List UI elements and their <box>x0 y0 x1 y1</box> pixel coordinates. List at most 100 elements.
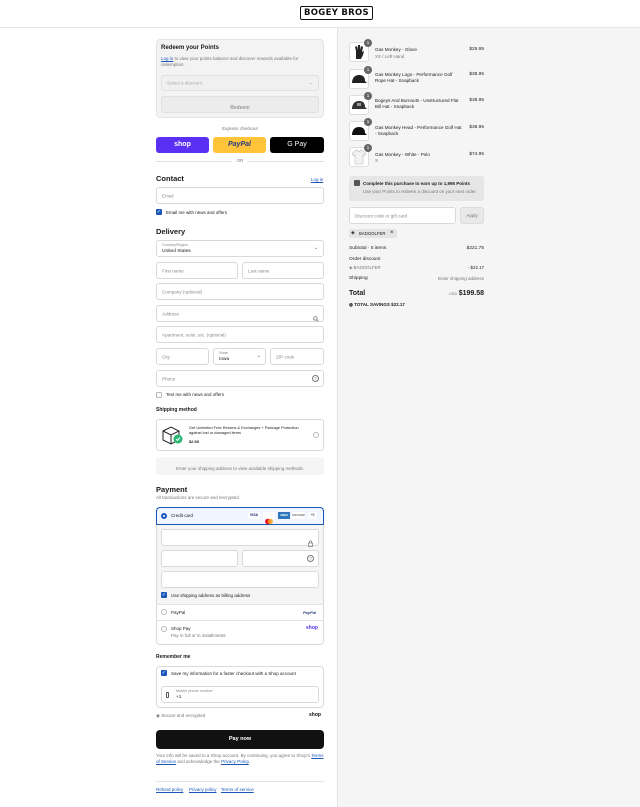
remember-me-heading: Remember me <box>156 654 191 660</box>
email-field[interactable]: Email <box>156 187 324 204</box>
text-news-checkbox[interactable] <box>156 392 162 398</box>
terms-of-service-link[interactable]: Terms of service <box>221 787 254 792</box>
or-divider-left <box>156 161 232 162</box>
item-name: Gas Monkey Logo - Performance Golf Rope … <box>375 72 453 83</box>
paypal-button[interactable]: PayPal <box>213 137 266 153</box>
delivery-heading: Delivery <box>156 227 186 236</box>
redeem-login-link[interactable]: Log in <box>161 56 173 61</box>
shipping-method-heading: Shipping method <box>156 407 197 413</box>
item-name: Gas Monkey - White - Polo <box>375 152 430 157</box>
footer-divider <box>156 781 324 782</box>
item-variant: XS / Left Hand <box>375 54 405 59</box>
quantity-badge: 1 <box>364 39 372 47</box>
item-name: Gas Monkey Head - Performance Golf Hat -… <box>375 125 462 136</box>
billing-same-label: Use shipping address as billing address <box>171 593 251 598</box>
brand-logo[interactable]: BOGEY BROS <box>300 6 373 20</box>
save-info-label: Save my information for a faster checkou… <box>171 671 296 676</box>
zip-field[interactable]: ZIP code <box>270 348 324 365</box>
currency-code: USD <box>448 291 458 296</box>
shoppay-option-sub: Pay in full or in installments <box>171 633 226 638</box>
amex-icon: AMEX <box>278 512 290 519</box>
points-banner-title: Complete this purchase to earn up to 1,9… <box>363 181 471 186</box>
tag-icon: ◈ <box>351 230 355 236</box>
shop-logo: shop <box>309 712 321 718</box>
billing-same-checkbox[interactable]: ✓ <box>161 592 167 598</box>
expiration-field[interactable] <box>161 550 238 567</box>
or-divider-right <box>248 161 324 162</box>
discount-code-field[interactable]: Discount code or gift card <box>349 207 456 224</box>
last-name-field[interactable]: Last name <box>242 262 324 279</box>
shop-pay-button[interactable]: shop <box>156 137 209 153</box>
card-number-field[interactable] <box>161 529 319 547</box>
express-checkout-label: Express checkout <box>222 126 258 131</box>
chevron-down-icon: ⌄ <box>313 245 318 251</box>
shoppay-option-label[interactable]: Shop Pay <box>171 626 191 631</box>
first-name-field[interactable]: First name <box>156 262 238 279</box>
item-price: $29.95 <box>469 47 484 52</box>
order-discount-row: Order discount <box>349 257 381 262</box>
paypal-option-label[interactable]: PayPal <box>171 610 185 615</box>
discount-select[interactable]: Select a discount ⌄ <box>161 75 319 91</box>
quantity-badge: 1 <box>364 92 372 100</box>
item-price: $38.95 <box>469 125 484 130</box>
order-summary-panel <box>337 28 640 807</box>
total-row: Total USD $199.58 <box>349 290 484 297</box>
help-icon[interactable]: ? <box>307 555 314 562</box>
item-image-hat: 1 <box>349 66 372 89</box>
name-on-card-field[interactable] <box>161 571 319 588</box>
item-image-hat: 1 <box>349 92 372 115</box>
payment-heading: Payment <box>156 485 188 494</box>
security-code-field[interactable]: ? <box>242 550 319 567</box>
mastercard-icon <box>263 512 275 525</box>
state-select[interactable]: State Iowa ⌄ <box>213 348 266 365</box>
chevron-down-icon: ⌄ <box>308 80 313 86</box>
apartment-field[interactable]: Apartment, suite, etc. (optional) <box>156 326 324 343</box>
item-name: Bogeys And Burnouts - Unstructured Flat … <box>375 98 459 109</box>
item-name: Gas Monkey - Glove <box>375 47 417 52</box>
privacy-policy-link[interactable]: Privacy policy <box>189 787 217 792</box>
google-pay-button[interactable]: G Pay <box>270 137 324 153</box>
save-info-checkbox[interactable]: ✓ <box>161 670 167 676</box>
discover-icon: DISCOVER <box>292 512 305 519</box>
item-image-polo: 1 <box>349 144 372 167</box>
header: BOGEY BROS <box>0 0 640 28</box>
help-icon[interactable]: ? <box>312 375 319 382</box>
shoppay-radio[interactable] <box>161 626 167 632</box>
more-cards-badge: +5 <box>308 512 317 519</box>
or-divider-text: OR <box>236 158 244 163</box>
visa-icon: VISA <box>248 512 260 519</box>
redeem-button[interactable]: Redeem <box>161 96 319 113</box>
shoppay-divider <box>157 620 323 621</box>
address-field[interactable]: Address <box>156 305 324 322</box>
shop-privacy-link[interactable]: Privacy Policy <box>221 759 249 764</box>
refund-policy-link[interactable]: Refund policy <box>156 787 183 792</box>
total-savings-row: ◍ TOTAL SAVINGS $22.17 <box>349 302 405 307</box>
package-protection-price: $2.98 <box>189 439 199 444</box>
package-protection-checkbox[interactable] <box>313 432 319 438</box>
email-news-checkbox[interactable]: ✓ <box>156 209 162 215</box>
country-select[interactable]: Country/Region United States ⌄ <box>156 240 324 257</box>
apply-discount-button[interactable]: Apply <box>460 207 484 224</box>
redeem-description: Log in to view your points balance and d… <box>161 56 299 67</box>
discount-code-row: ◈ BADGOLFER - $22.17 <box>349 265 484 270</box>
city-field[interactable]: City <box>156 348 209 365</box>
phone-field[interactable]: Phone ? <box>156 370 324 387</box>
points-banner-sub: Use your Points to redeem a discount on … <box>363 189 477 194</box>
search-icon <box>313 309 319 322</box>
paypal-radio[interactable] <box>161 609 167 615</box>
contact-login-link[interactable]: Log in <box>311 177 323 182</box>
payment-subtitle: All transactions are secure and encrypte… <box>156 495 241 500</box>
pay-now-button[interactable]: Pay now <box>156 730 324 749</box>
mobile-phone-icon <box>166 692 169 698</box>
item-price: $38.95 <box>469 98 484 103</box>
company-field[interactable]: Company (optional) <box>156 283 324 300</box>
credit-card-radio[interactable] <box>161 513 167 519</box>
quantity-badge: 1 <box>364 144 372 152</box>
remove-discount-icon[interactable]: × <box>390 229 394 238</box>
secure-encrypted-label: ◉ Secure and encrypted <box>156 713 206 718</box>
text-news-label: Text me with news and offers <box>166 392 224 397</box>
item-variant: S <box>375 158 379 163</box>
mobile-phone-field[interactable]: Mobile phone number +1 <box>161 686 319 703</box>
item-price: $38.95 <box>469 72 484 77</box>
shop-terms-text: Your info will be saved to a Shop accoun… <box>156 753 324 764</box>
